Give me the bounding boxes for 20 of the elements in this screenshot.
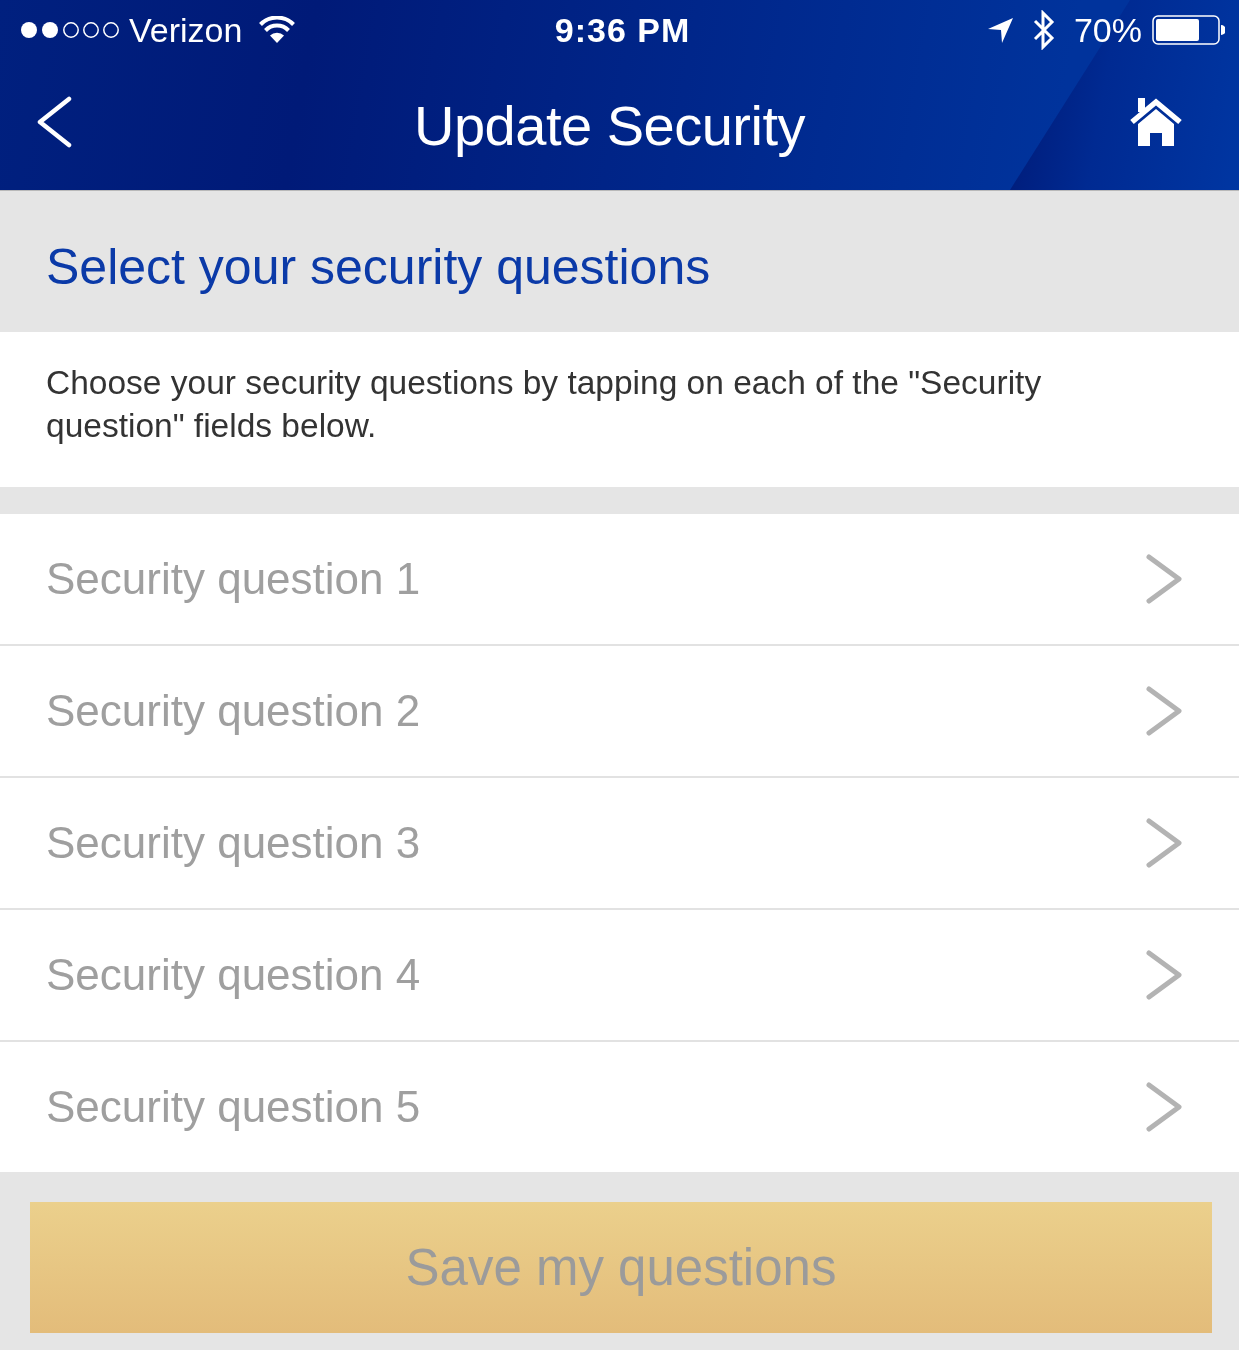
signal-strength-icon [20,21,120,39]
instruction-text: Choose your security questions by tapping on each of the "Security question" fields below. [46,363,1043,446]
chevron-right-icon [1145,553,1183,605]
house-icon [1129,97,1183,147]
back-button[interactable] [36,96,72,148]
chevron-right-icon [1145,949,1183,1001]
screen-title: Update Security [414,92,805,158]
chevron-left-icon [36,96,72,148]
wifi-icon [258,16,297,44]
section-heading: Select your security questions [46,237,711,297]
chevron-right-icon [1145,1081,1183,1133]
battery-percentage: 70% [1073,10,1142,50]
home-button[interactable] [1129,97,1183,147]
bluetooth-icon [1031,10,1056,50]
chevron-right-icon [1145,685,1183,737]
chevron-right-icon [1145,817,1183,869]
status-time: 9:36 PM [554,10,691,50]
battery-icon [1152,15,1225,45]
carrier-name: Verizon [129,10,243,50]
location-arrow-icon [986,16,1014,44]
